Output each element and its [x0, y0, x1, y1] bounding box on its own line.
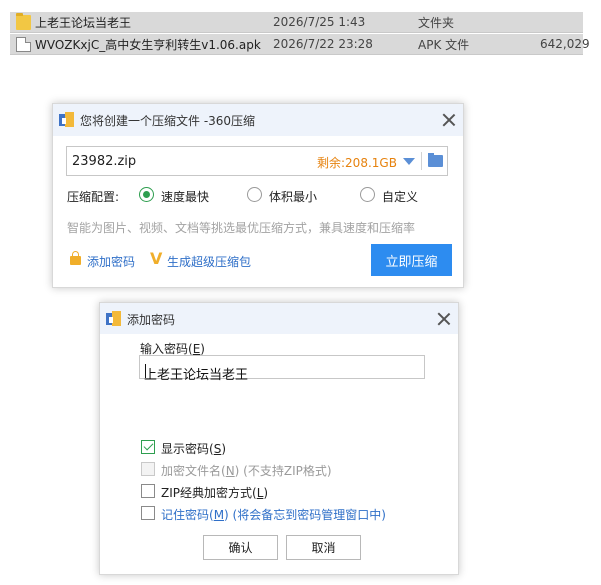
file-type: 文件夹 [418, 15, 455, 30]
show-password-label[interactable]: 显示密码(S) [161, 440, 226, 457]
add-password-link[interactable]: 添加密码 [87, 253, 135, 270]
file-name: WVOZKxjC_高中女生亨利转生v1.06.apk [35, 37, 261, 52]
radio-fastest[interactable] [139, 187, 154, 202]
archive-name-field[interactable]: 23982.zip 剩余:208.1GB [66, 146, 448, 176]
folder-browse-icon[interactable] [428, 153, 443, 167]
password-value[interactable]: 上老王论坛当老王 [144, 364, 248, 383]
password-dialog: 添加密码 输入密码(E) 上老王论坛当老王 显示密码(S) 加密文件名(N) (… [99, 302, 459, 575]
file-date: 2026/7/22 23:28 [273, 37, 373, 51]
encrypt-filename-label: 加密文件名(N) (不支持ZIP格式) [161, 464, 332, 478]
compress-hint: 智能为图片、视频、文档等挑选最优压缩方式，兼具速度和压缩率 [67, 221, 416, 235]
archive-name-value[interactable]: 23982.zip [72, 154, 136, 169]
compress-now-button[interactable]: 立即压缩 [371, 244, 452, 276]
password-input[interactable]: 上老王论坛当老王 [139, 355, 425, 383]
file-row-apk[interactable]: WVOZKxjC_高中女生亨利转生v1.06.apk 2026/7/22 23:… [10, 34, 590, 55]
app-icon [59, 112, 75, 128]
compress-dialog: 您将创建一个压缩文件 -360压缩 23982.zip 剩余:208.1GB 压… [52, 103, 464, 288]
close-icon[interactable] [437, 312, 451, 326]
close-icon[interactable] [442, 113, 456, 127]
remember-password-checkbox[interactable] [141, 506, 155, 520]
zip-classic-label[interactable]: ZIP经典加密方式(L) [161, 484, 268, 501]
radio-custom-label[interactable]: 自定义 [382, 188, 418, 205]
file-icon [16, 37, 31, 52]
zip-classic-checkbox[interactable] [141, 484, 155, 498]
password-dialog-title: 添加密码 [127, 313, 176, 327]
password-dialog-titlebar[interactable]: 添加密码 [100, 303, 458, 334]
vip-v-icon: V [150, 249, 163, 268]
file-row-folder[interactable]: 上老王论坛当老王 2026/7/25 1:43 文件夹 [10, 12, 583, 33]
show-password-checkbox[interactable] [141, 440, 155, 454]
folder-icon [16, 13, 31, 30]
text-caret [145, 364, 146, 378]
encrypt-filename-checkbox[interactable] [141, 462, 155, 476]
radio-smallest-label[interactable]: 体积最小 [269, 188, 317, 205]
compress-config-label: 压缩配置: [67, 190, 120, 204]
file-name: 上老王论坛当老王 [35, 15, 132, 30]
compress-dialog-title: 您将创建一个压缩文件 -360压缩 [80, 114, 256, 128]
remember-password-label[interactable]: 记住密码(M) (将会备忘到密码管理窗口中) [161, 506, 386, 523]
compress-dialog-titlebar[interactable]: 您将创建一个压缩文件 -360压缩 [53, 104, 463, 136]
super-package-link[interactable]: 生成超级压缩包 [167, 253, 251, 270]
radio-fastest-label[interactable]: 速度最快 [161, 188, 209, 205]
radio-custom[interactable] [360, 187, 375, 202]
radio-smallest[interactable] [247, 187, 262, 202]
lock-icon[interactable] [70, 251, 81, 265]
ok-button[interactable]: 确认 [203, 535, 278, 560]
cancel-button[interactable]: 取消 [286, 535, 361, 560]
file-date: 2026/7/25 1:43 [273, 15, 366, 29]
app-icon [106, 311, 122, 327]
remaining-space: 剩余:208.1GB [317, 156, 397, 170]
file-type: APK 文件 [418, 37, 470, 52]
dropdown-arrow-icon[interactable] [403, 158, 415, 165]
divider [421, 152, 422, 170]
file-size: 642,029 [540, 37, 590, 51]
